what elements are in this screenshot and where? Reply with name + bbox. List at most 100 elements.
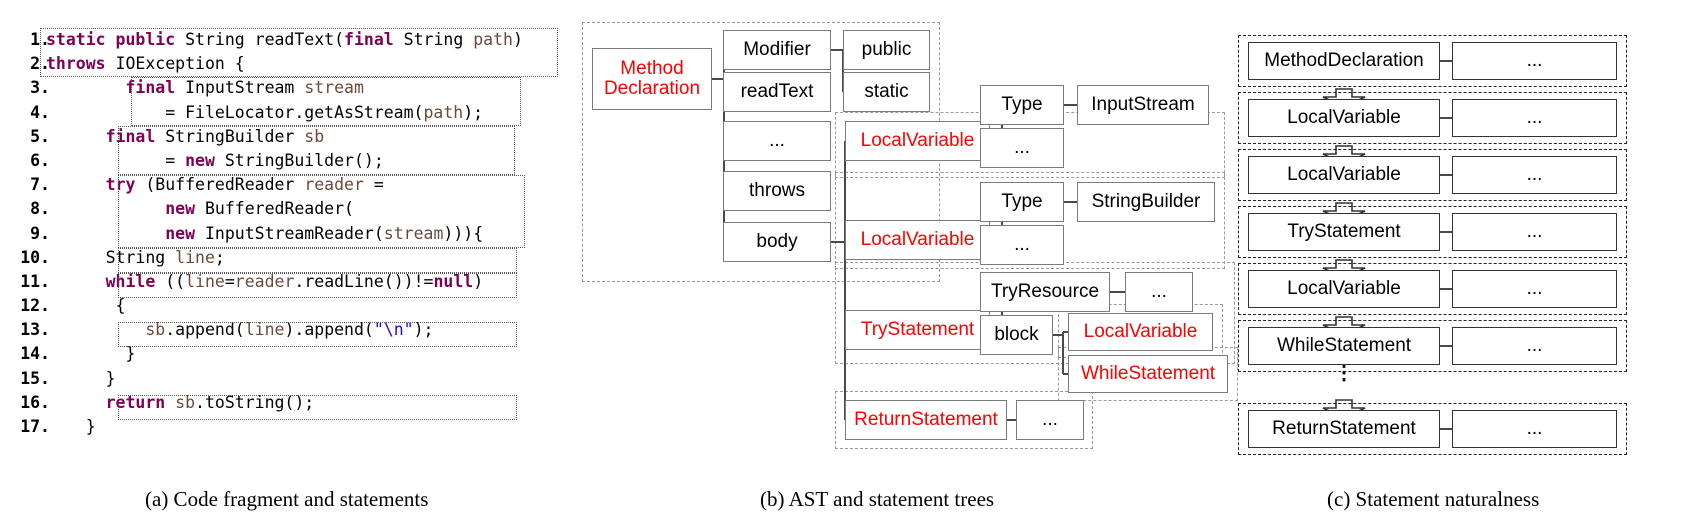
nat-row-local-variable-2-details: ... [1452,156,1617,194]
code-token: = [46,150,186,170]
code-token: (BufferedReader [145,175,305,195]
line-number: 13. [20,320,50,340]
nat-row-label: WhileStatement [1276,335,1412,356]
nat-row-connector [1440,345,1452,347]
line-number: 10. [20,247,50,267]
code-token: path [423,102,464,122]
line-number: 16. [20,392,50,412]
code-token: stream [304,78,364,98]
ast-node-label: Type [1001,94,1043,116]
nat-row-method-declaration-details: ... [1452,42,1617,80]
code-token: String [403,30,474,49]
ast-node-static: static [843,72,930,112]
nat-row-ellipsis: ... [1526,107,1543,128]
ast-node-block: block [980,315,1053,355]
code-line-text: } [46,417,96,436]
code-line: 9. new InputStreamReader(stream))){ [0,222,580,246]
code-token: String [46,247,176,267]
ast-node-label: readText [740,81,814,103]
nat-row-try-statement-details: ... [1452,213,1617,251]
nat-row-local-variable-1: LocalVariable [1248,99,1440,137]
line-number: 1. [30,30,50,49]
code-line-text: try (BufferedReader reader = [46,175,384,194]
line-number: 2. [30,54,50,74]
nat-row-method-declaration: MethodDeclaration [1248,42,1440,80]
code-line-text: return sb.toString(); [46,393,315,412]
nat-row-while-statement-details: ... [1452,327,1617,365]
code-token: line [185,271,225,291]
code-token: BufferedReader( [204,199,354,219]
code-line: 4. = FileLocator.getAsStream(path); [0,101,580,125]
ast-node-input-stream: InputStream [1077,85,1209,125]
code-token: = [363,175,384,195]
nat-row-local-variable-3: LocalVariable [1248,270,1440,308]
nat-row-label: LocalVariable [1287,107,1401,128]
nat-row-label: LocalVariable [1287,278,1401,299]
ast-node-read-text: readText [723,72,831,112]
code-fragment-panel: 1. static public String readText(final St… [0,28,580,438]
nat-row-ellipsis: ... [1526,164,1543,185]
code-line-text: } [46,344,135,363]
ast-node-label: ... [1151,281,1167,303]
ast-edge [1062,332,1064,374]
caption-b: (b) AST and statement trees [760,487,995,511]
code-token: StringBuilder(); [224,150,384,170]
ast-node-body: body [723,222,831,262]
code-line: 7. try (BufferedReader reader = [0,173,580,197]
code-token: .readLine())!= [294,271,434,291]
code-line: 13. sb.append(line).append("\n"); [0,318,580,342]
nat-row-label: TryStatement [1287,221,1401,242]
ast-node-local-variable-3: LocalVariable [1068,313,1213,351]
code-line: 5. final StringBuilder sb [0,125,580,149]
ast-edge [831,241,845,243]
line-number: 3. [30,78,50,98]
code-line-text: while ((line=reader.readLine())!=null) [46,271,484,291]
code-token: while [105,271,166,291]
ast-node-label: Type [1001,191,1043,213]
code-line: 10. String line; [0,246,580,270]
ast-node-modifier: Modifier [723,30,831,70]
caption-c: (c) Statement naturalness [1327,487,1540,511]
code-token: } [46,344,136,364]
line-number: 7. [30,175,50,195]
ast-node-throws: throws [723,171,831,211]
code-token: final [125,78,186,98]
ast-node-ellipsis-3: ... [980,225,1064,265]
ast-edge [1070,201,1077,203]
line-number: 9. [30,223,50,243]
nat-row-label: LocalVariable [1287,164,1401,185]
code-line-text: String line; [46,248,225,267]
code-token: .append( [165,320,245,340]
ast-node-public: public [843,30,930,70]
line-number: 14. [20,344,50,364]
code-token: "\n" [373,320,414,340]
nat-row-connector [1440,117,1452,119]
ast-node-label: ... [1014,137,1030,159]
code-listing: 1. static public String readText(final St… [0,28,580,439]
code-token: throws [46,54,116,74]
code-token: ).append( [284,320,374,340]
code-line: 17. } [0,415,580,439]
ast-node-type-2: Type [980,182,1064,222]
ast-node-type-1: Type [980,85,1064,125]
code-token: null [433,271,474,291]
code-line: 14. } [0,342,580,366]
ast-node-local-variable-2: LocalVariable [845,220,990,260]
code-line-text: new InputStreamReader(stream))){ [46,224,483,243]
code-token: reader [304,175,364,195]
line-number: 17. [20,417,50,436]
ast-node-label: static [864,81,909,103]
line-number: 6. [30,150,50,170]
code-line: 16. return sb.toString(); [0,391,580,415]
ast-node-return-statement: ReturnStatement [845,400,1007,440]
code-token: } [46,368,116,388]
line-number: 5. [30,126,50,146]
code-token: new [165,223,205,243]
code-token: stream [383,223,444,243]
code-token: StringBuilder [165,126,305,146]
code-token: sb [145,320,166,340]
ast-edge [1118,291,1125,293]
